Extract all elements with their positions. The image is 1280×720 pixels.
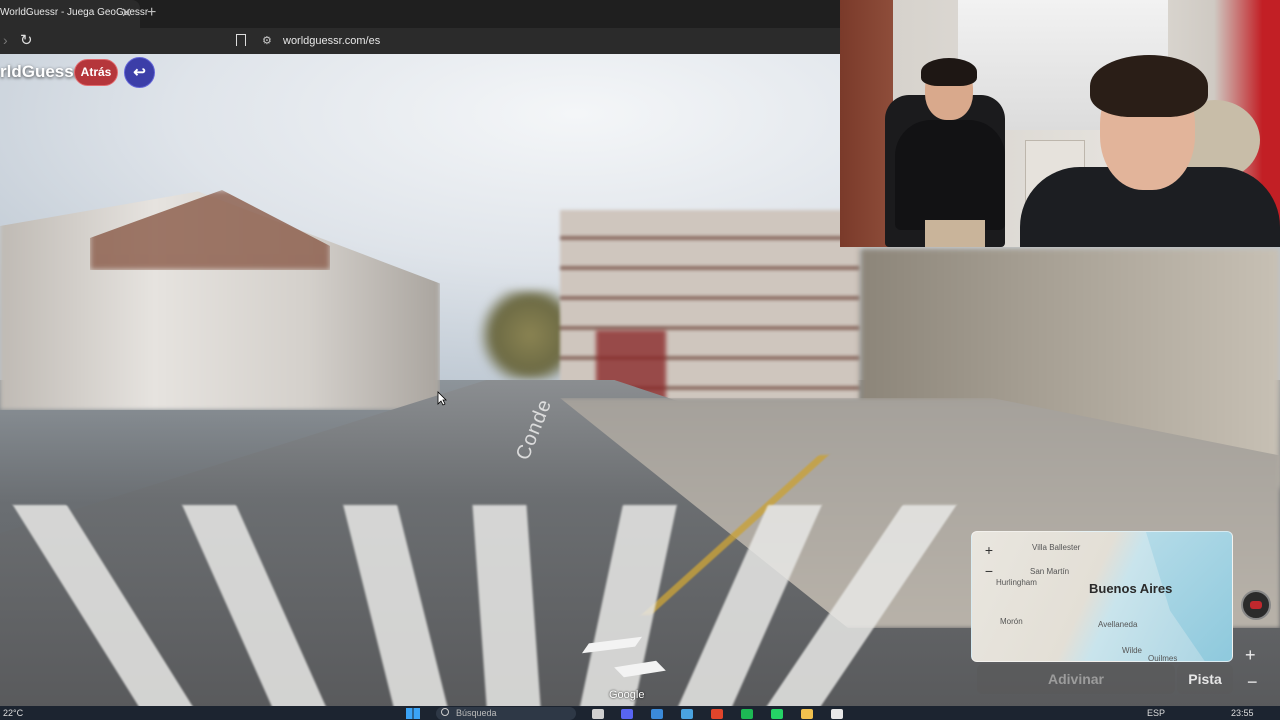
edge-icon[interactable] — [681, 709, 693, 719]
search-placeholder: Búsqueda — [456, 708, 497, 718]
browser-tab-bar: WorldGuessr - Juega GeoGuessr ✕ + — [0, 0, 840, 28]
windows-taskbar: 22°C Búsqueda ESP 23:55 — [0, 706, 1280, 720]
close-tab-icon[interactable]: ✕ — [121, 5, 132, 21]
weather-widget[interactable]: 22°C — [3, 708, 23, 718]
crosswalk-stripe — [12, 505, 202, 720]
discord-icon[interactable] — [621, 709, 633, 719]
brave-icon[interactable] — [711, 709, 723, 719]
map-label: Morón — [1000, 617, 1023, 626]
address-bar[interactable]: worldguessr.com/es — [283, 35, 380, 47]
map-label: Avellaneda — [1098, 620, 1138, 629]
streamer-left — [895, 58, 1005, 247]
forward-icon[interactable]: › — [3, 32, 8, 48]
river-water — [1146, 532, 1232, 661]
guess-button[interactable]: Adivinar — [977, 664, 1175, 694]
minimap-zoom-in-button[interactable]: + — [978, 541, 1000, 559]
map-label: Villa Ballester — [1032, 543, 1081, 552]
crosswalk-stripe — [472, 505, 542, 720]
streamer-right — [1020, 55, 1280, 247]
webcam-overlay — [840, 0, 1280, 247]
language-indicator[interactable]: ESP — [1147, 708, 1165, 718]
map-label: Wilde — [1122, 646, 1143, 655]
crosswalk-stripe — [182, 505, 332, 720]
map-city-label: Buenos Aires — [1089, 581, 1173, 596]
spotify-icon[interactable] — [741, 709, 753, 719]
map-label: Hurlingham — [996, 578, 1037, 587]
whatsapp-icon[interactable] — [771, 709, 783, 719]
map-label: Quilmes — [1148, 654, 1178, 662]
return-to-start-icon[interactable]: ↩ — [124, 57, 155, 88]
reload-icon[interactable]: ↻ — [20, 31, 33, 49]
crosswalk-stripe — [343, 505, 451, 720]
guess-minimap[interactable]: + − Villa Ballester San Martín Hurlingha… — [971, 531, 1233, 662]
browser-tab[interactable]: WorldGuessr - Juega GeoGuessr ✕ — [0, 0, 148, 28]
task-view-icon[interactable] — [592, 709, 604, 719]
crosswalk-stripe — [577, 505, 677, 720]
crosswalk — [12, 505, 957, 720]
file-explorer-icon[interactable] — [801, 709, 813, 719]
app-icon[interactable] — [651, 709, 663, 719]
new-tab-icon[interactable]: + — [147, 4, 156, 22]
chrome-icon[interactable] — [831, 709, 843, 719]
hint-button[interactable]: Pista — [1177, 664, 1233, 694]
flag-icon[interactable] — [1241, 590, 1271, 620]
google-attribution: Google — [609, 689, 645, 701]
system-clock[interactable]: 23:55 — [1231, 708, 1254, 718]
zoom-out-icon[interactable]: − — [1247, 672, 1258, 693]
zoom-in-icon[interactable]: + — [1245, 645, 1256, 666]
search-icon — [441, 708, 449, 716]
worldguessr-logo: rldGuessr — [0, 62, 81, 81]
back-button[interactable]: Atrás — [74, 59, 118, 86]
site-settings-icon[interactable]: ⚙ — [262, 34, 272, 47]
mouse-cursor-icon — [437, 391, 447, 406]
bookmark-icon[interactable] — [236, 34, 246, 46]
map-label: San Martín — [1030, 567, 1070, 576]
windows-start-icon[interactable] — [406, 708, 420, 719]
browser-toolbar: › ↻ ⚙ worldguessr.com/es — [0, 28, 840, 54]
